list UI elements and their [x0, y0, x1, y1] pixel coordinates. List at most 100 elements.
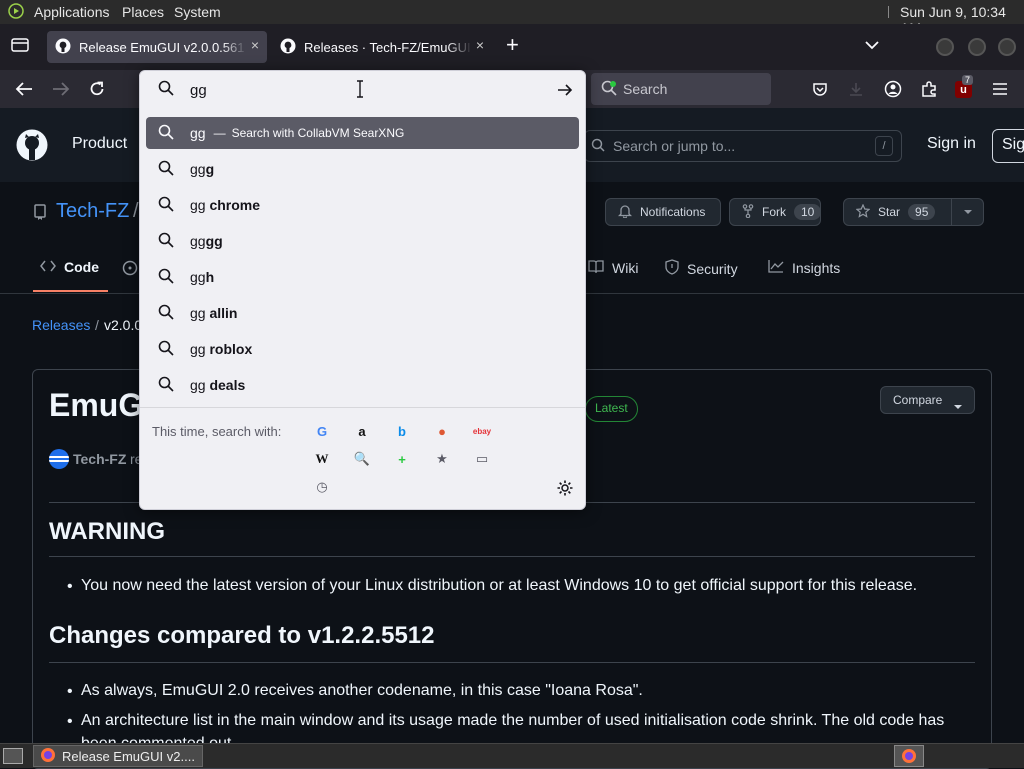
searxng-icon[interactable]: 🔍: [352, 449, 372, 469]
go-arrow-icon[interactable]: [557, 82, 573, 103]
suggestion-prefix: gg: [190, 269, 206, 285]
suggestion-completion: roblox: [205, 341, 253, 357]
compare-label: Compare: [893, 393, 943, 407]
workspace-switcher[interactable]: [894, 745, 924, 767]
tab-releases[interactable]: Releases · Tech-FZ/EmuGUI ×: [272, 31, 492, 63]
suggestion-item[interactable]: gg allin: [146, 297, 579, 329]
repo-icon: [33, 204, 47, 225]
tab-insights[interactable]: Insights: [768, 259, 840, 276]
urlbar-dropdown: gg gg — Search with CollabVM SearXNG gg g…: [139, 70, 586, 510]
search-icon: [158, 376, 174, 395]
suggestion-item[interactable]: gg gg: [146, 225, 579, 257]
extension-badge: 7: [962, 75, 974, 85]
new-tab-icon[interactable]: +: [506, 34, 519, 56]
suggestion-item[interactable]: gg deals: [146, 369, 579, 401]
history-icon[interactable]: ◷: [312, 477, 332, 497]
suggestion-item[interactable]: gg h: [146, 261, 579, 293]
suggestion-separator: —: [213, 126, 226, 140]
release-author-link[interactable]: Tech-FZ: [73, 451, 126, 467]
heading-changes: Changes compared to v1.2.2.5512: [49, 622, 435, 649]
tab-wiki[interactable]: Wiki: [588, 259, 638, 276]
ebay-icon[interactable]: ebay: [472, 421, 492, 441]
extensions-icon[interactable]: [920, 80, 938, 103]
suggestion-completion: allin: [205, 305, 238, 321]
suggestion-item[interactable]: gg chrome: [146, 189, 579, 221]
change-item: As always, EmuGUI 2.0 receives another c…: [81, 682, 643, 699]
search-icon: [158, 304, 174, 323]
list-tabs-chevron-icon[interactable]: [865, 37, 879, 55]
wikipedia-icon[interactable]: W: [312, 449, 332, 469]
sign-up-button[interactable]: Sig: [992, 129, 1024, 163]
notifications-label: Notifications: [640, 205, 706, 219]
top-panel: Applications Places System Sun Jun 9, 10…: [0, 0, 1024, 36]
applications-menu[interactable]: Applications: [34, 4, 110, 20]
taskbar-window-title: Release EmuGUI v2....: [62, 748, 195, 764]
tab-title: Releases · Tech-FZ/EmuGUI: [304, 39, 471, 55]
places-menu[interactable]: Places: [122, 4, 164, 20]
suggestion-prefix: gg: [190, 305, 206, 321]
github-search-input[interactable]: Search or jump to... /: [584, 130, 902, 162]
back-icon[interactable]: [15, 81, 33, 102]
book-icon: [588, 259, 604, 276]
pocket-icon[interactable]: [812, 81, 828, 102]
account-icon[interactable]: [884, 80, 902, 103]
text-cursor-icon: [356, 80, 364, 103]
search-bar[interactable]: Search: [591, 73, 771, 105]
hamburger-menu-icon[interactable]: [992, 82, 1008, 101]
forward-icon[interactable]: [52, 81, 70, 102]
suggestion-completion: deals: [205, 377, 246, 393]
tab-bar: Release EmuGUI v2.0.0.561 × Releases · T…: [0, 24, 1024, 70]
heading-warning: WARNING: [49, 518, 165, 545]
compare-button[interactable]: Compare: [880, 386, 975, 414]
add-engine-icon[interactable]: +: [392, 449, 412, 469]
search-placeholder: Search: [623, 81, 668, 97]
tab-overview-icon[interactable]: [11, 37, 29, 58]
suggestion-item[interactable]: gg g: [146, 153, 579, 185]
change-item: An architecture list in the main window …: [81, 712, 945, 729]
minimize-button[interactable]: [936, 38, 954, 56]
downloads-icon[interactable]: [848, 81, 864, 102]
search-icon: [158, 80, 174, 101]
product-menu[interactable]: Product: [72, 135, 127, 153]
bing-icon[interactable]: b: [392, 421, 412, 441]
taskbar-window-button[interactable]: Release EmuGUI v2....: [33, 745, 203, 767]
close-window-button[interactable]: [998, 38, 1016, 56]
avatar[interactable]: [49, 449, 69, 469]
close-tab-icon[interactable]: ×: [476, 37, 484, 53]
divider: [140, 407, 585, 408]
show-desktop-icon[interactable]: [3, 748, 23, 764]
system-menu[interactable]: System: [174, 4, 221, 20]
breadcrumb-version: v2.0.0: [104, 317, 143, 333]
close-tab-icon[interactable]: ×: [251, 37, 259, 53]
duckduckgo-icon[interactable]: ●: [432, 421, 452, 441]
suggestion-search-engine[interactable]: gg — Search with CollabVM SearXNG: [146, 117, 579, 149]
tabs-icon[interactable]: ▭: [472, 449, 492, 469]
notifications-button[interactable]: Notifications: [605, 198, 721, 226]
maximize-button[interactable]: [968, 38, 986, 56]
issues-icon[interactable]: [122, 260, 138, 281]
gnome-foot-icon[interactable]: [8, 3, 24, 22]
star-button[interactable]: Star 95: [843, 198, 984, 226]
fork-button[interactable]: Fork 10: [729, 198, 822, 226]
suggestion-prefix: gg: [190, 341, 206, 357]
repo-owner-link[interactable]: Tech-FZ: [56, 200, 129, 223]
tab-code[interactable]: Code: [40, 259, 99, 275]
search-icon: [158, 232, 174, 251]
suggestion-item[interactable]: gg roblox: [146, 333, 579, 365]
tab-security[interactable]: Security: [665, 259, 738, 278]
google-icon[interactable]: G: [312, 421, 332, 441]
star-dropdown-icon[interactable]: [951, 199, 983, 225]
amazon-icon[interactable]: a: [352, 421, 372, 441]
suggestion-prefix: gg: [190, 233, 206, 249]
breadcrumb-releases-link[interactable]: Releases: [32, 317, 90, 333]
reload-icon[interactable]: [88, 80, 106, 103]
url-input[interactable]: gg: [140, 71, 585, 109]
sign-in-link[interactable]: Sign in: [927, 135, 976, 153]
tab-release-emugui[interactable]: Release EmuGUI v2.0.0.561 ×: [47, 31, 267, 63]
bookmarks-icon[interactable]: ★: [432, 449, 452, 469]
github-logo-icon[interactable]: [16, 129, 48, 166]
search-settings-gear-icon[interactable]: [556, 479, 574, 502]
slash-key-hint: /: [875, 136, 893, 156]
tab-code-label: Code: [64, 259, 99, 275]
release-title: EmuG: [49, 387, 144, 423]
